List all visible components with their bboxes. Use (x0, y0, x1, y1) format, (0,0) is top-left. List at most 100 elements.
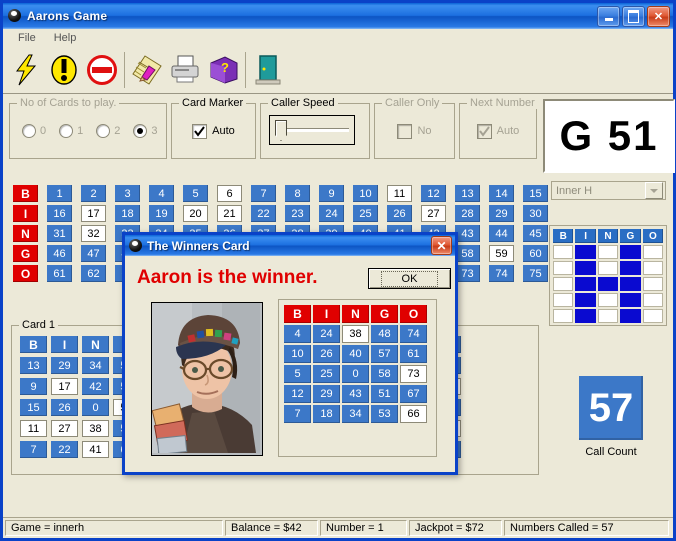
winner-card-cell[interactable]: 73 (400, 365, 427, 383)
winner-card-cell[interactable]: 5 (284, 365, 311, 383)
board-number-15[interactable]: 15 (523, 185, 548, 202)
board-number-46[interactable]: 46 (47, 245, 72, 262)
caller-speed-slider[interactable] (269, 115, 355, 145)
slider-thumb[interactable] (275, 120, 287, 141)
pattern-select[interactable]: Inner H (551, 181, 666, 200)
board-number-26[interactable]: 26 (387, 205, 412, 222)
board-number-61[interactable]: 61 (47, 265, 72, 282)
exit-door-icon[interactable] (249, 50, 287, 90)
board-number-23[interactable]: 23 (285, 205, 310, 222)
board-number-58[interactable]: 58 (455, 245, 480, 262)
player-card-1-cell[interactable]: 27 (51, 420, 78, 437)
board-number-20[interactable]: 20 (183, 205, 208, 222)
player-card-1-cell[interactable]: 38 (82, 420, 109, 437)
menu-item-help[interactable]: Help (45, 31, 86, 45)
close-button[interactable]: ✕ (647, 5, 670, 27)
board-number-2[interactable]: 2 (81, 185, 106, 202)
board-number-16[interactable]: 16 (47, 205, 72, 222)
board-number-59[interactable]: 59 (489, 245, 514, 262)
board-number-11[interactable]: 11 (387, 185, 412, 202)
player-card-1-cell[interactable]: 15 (20, 399, 47, 416)
winner-card-cell[interactable]: 61 (400, 345, 427, 363)
warning-icon[interactable] (45, 50, 83, 90)
board-number-30[interactable]: 30 (523, 205, 548, 222)
card-marker-checkbox[interactable]: Auto (172, 104, 255, 158)
board-number-4[interactable]: 4 (149, 185, 174, 202)
radio-cards-1[interactable]: 1 (59, 124, 83, 138)
winner-card-cell[interactable]: 67 (400, 385, 427, 403)
board-number-62[interactable]: 62 (81, 265, 106, 282)
player-card-1-cell[interactable]: 13 (20, 357, 47, 374)
board-number-32[interactable]: 32 (81, 225, 106, 242)
winner-card-cell[interactable]: 51 (371, 385, 398, 403)
board-number-13[interactable]: 13 (455, 185, 480, 202)
board-number-10[interactable]: 10 (353, 185, 378, 202)
board-number-27[interactable]: 27 (421, 205, 446, 222)
player-card-1-cell[interactable]: 29 (51, 357, 78, 374)
radio-cards-3[interactable]: 3 (133, 124, 158, 138)
maximize-button[interactable] (622, 5, 645, 27)
board-number-29[interactable]: 29 (489, 205, 514, 222)
player-card-1-cell[interactable]: 26 (51, 399, 78, 416)
winner-card-cell[interactable]: 58 (371, 365, 398, 383)
edit-card-icon[interactable] (128, 50, 166, 90)
board-number-25[interactable]: 25 (353, 205, 378, 222)
board-number-22[interactable]: 22 (251, 205, 276, 222)
player-card-1-cell[interactable]: 11 (20, 420, 47, 437)
winner-card-cell[interactable]: 53 (371, 405, 398, 423)
player-card-1-cell[interactable]: 9 (20, 378, 47, 395)
winner-card-cell[interactable]: 43 (342, 385, 369, 403)
player-card-1-cell[interactable]: 0 (82, 399, 109, 416)
board-number-9[interactable]: 9 (319, 185, 344, 202)
board-number-6[interactable]: 6 (217, 185, 242, 202)
dialog-close-button[interactable]: ✕ (431, 236, 452, 255)
board-number-31[interactable]: 31 (47, 225, 72, 242)
board-number-3[interactable]: 3 (115, 185, 140, 202)
board-number-17[interactable]: 17 (81, 205, 106, 222)
winner-card-cell[interactable]: 26 (313, 345, 340, 363)
winner-card-cell[interactable]: 40 (342, 345, 369, 363)
next-number-checkbox[interactable]: Auto (460, 104, 536, 158)
board-number-1[interactable]: 1 (47, 185, 72, 202)
printer-icon[interactable] (166, 50, 204, 90)
winner-card-cell[interactable]: 57 (371, 345, 398, 363)
board-number-21[interactable]: 21 (217, 205, 242, 222)
board-number-74[interactable]: 74 (489, 265, 514, 282)
winner-card-cell[interactable]: 34 (342, 405, 369, 423)
board-number-47[interactable]: 47 (81, 245, 106, 262)
board-number-60[interactable]: 60 (523, 245, 548, 262)
radio-cards-2[interactable]: 2 (96, 124, 120, 138)
board-number-5[interactable]: 5 (183, 185, 208, 202)
winner-card-cell[interactable]: 0 (342, 365, 369, 383)
ok-button[interactable]: OK (368, 268, 451, 289)
player-card-1-cell[interactable]: 42 (82, 378, 109, 395)
winner-card-cell[interactable]: 4 (284, 325, 311, 343)
minimize-button[interactable] (597, 5, 620, 27)
board-number-73[interactable]: 73 (455, 265, 480, 282)
board-number-12[interactable]: 12 (421, 185, 446, 202)
board-number-75[interactable]: 75 (523, 265, 548, 282)
winner-card-cell[interactable]: 12 (284, 385, 311, 403)
winner-card-cell[interactable]: 18 (313, 405, 340, 423)
chevron-down-icon[interactable] (645, 182, 663, 199)
player-card-1-cell[interactable]: 17 (51, 378, 78, 395)
player-card-1-cell[interactable]: 22 (51, 441, 78, 458)
board-number-45[interactable]: 45 (523, 225, 548, 242)
winner-card-cell[interactable]: 10 (284, 345, 311, 363)
winner-card-cell[interactable]: 48 (371, 325, 398, 343)
winner-card-cell[interactable]: 66 (400, 405, 427, 423)
lightning-icon[interactable] (7, 50, 45, 90)
menu-item-file[interactable]: File (9, 31, 45, 45)
stop-icon[interactable] (83, 50, 121, 90)
player-card-1-cell[interactable]: 34 (82, 357, 109, 374)
board-number-44[interactable]: 44 (489, 225, 514, 242)
board-number-8[interactable]: 8 (285, 185, 310, 202)
board-number-28[interactable]: 28 (455, 205, 480, 222)
winner-card-cell[interactable]: 74 (400, 325, 427, 343)
player-card-1-cell[interactable]: 7 (20, 441, 47, 458)
winner-card-cell[interactable]: 38 (342, 325, 369, 343)
board-number-18[interactable]: 18 (115, 205, 140, 222)
winner-card-cell[interactable]: 29 (313, 385, 340, 403)
winner-card-cell[interactable]: 7 (284, 405, 311, 423)
help-book-icon[interactable]: ? (204, 50, 242, 90)
